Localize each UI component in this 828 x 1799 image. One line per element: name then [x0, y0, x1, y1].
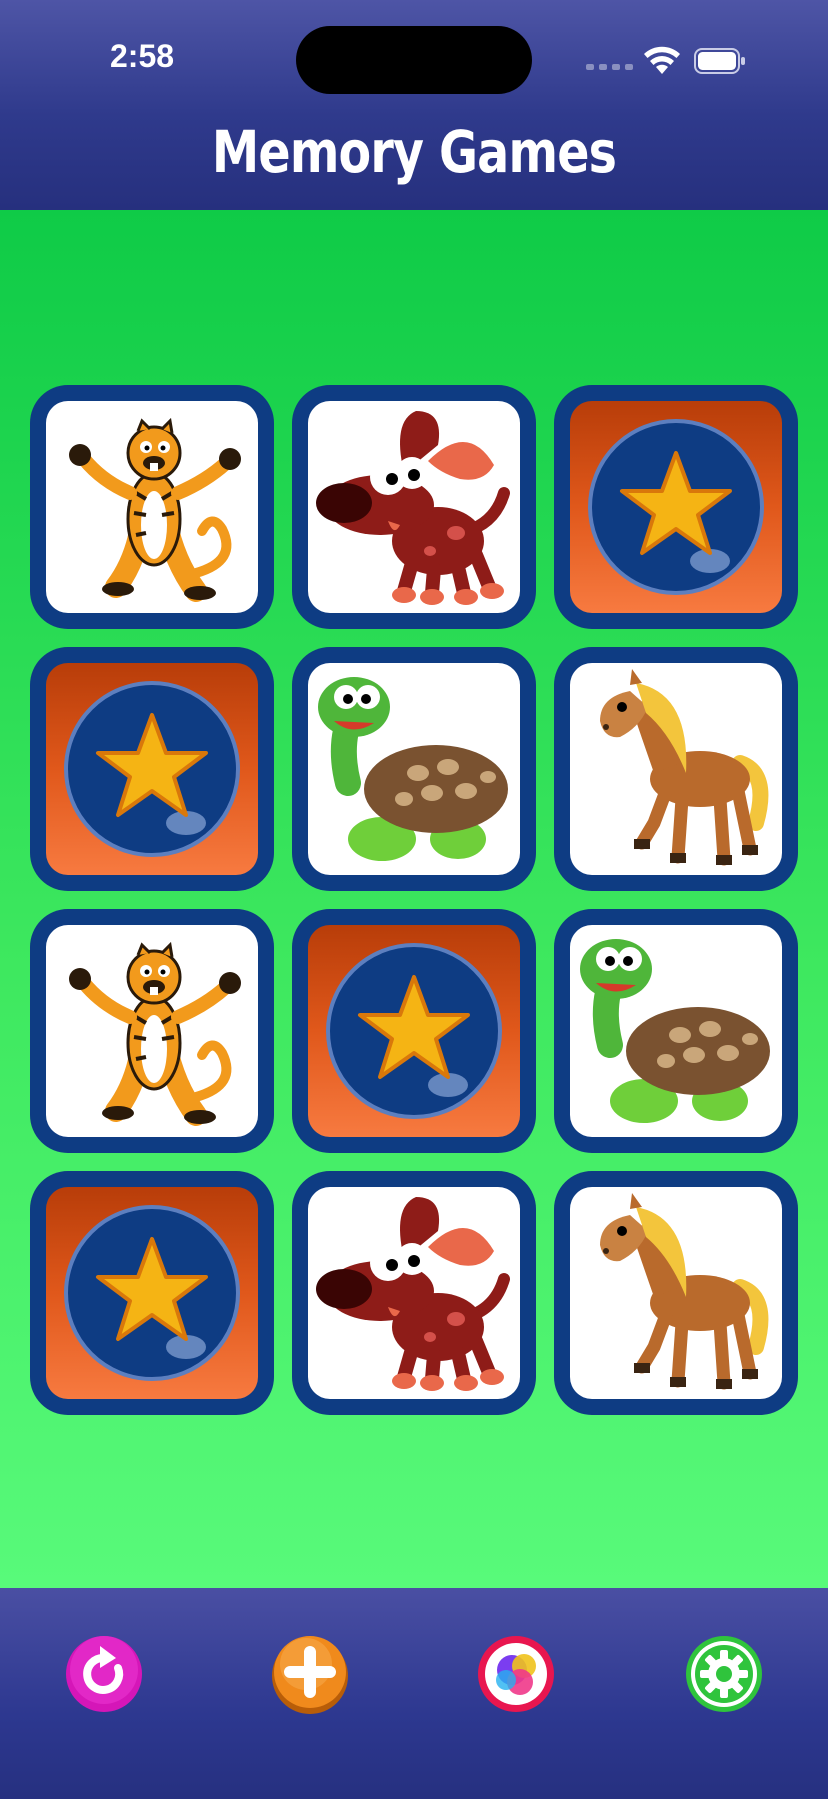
tiger-icon — [69, 417, 241, 602]
dynamic-island — [296, 26, 532, 94]
tiger-icon — [69, 941, 241, 1126]
card-face-down[interactable] — [30, 1171, 274, 1415]
card-turtle[interactable] — [292, 647, 536, 891]
card-dog[interactable] — [292, 385, 536, 629]
star-card-back-icon — [326, 943, 502, 1119]
status-time: 2:58 — [110, 38, 175, 74]
game-center-icon — [478, 1636, 554, 1712]
header-bar: 2:58 Memory Games — [0, 0, 828, 210]
dog-icon — [316, 411, 510, 605]
plus-icon — [272, 1636, 348, 1714]
star-card-back-icon — [588, 419, 764, 595]
card-turtle[interactable] — [554, 909, 798, 1153]
card-horse[interactable] — [554, 647, 798, 891]
star-card-back-icon — [64, 681, 240, 857]
card-face-down[interactable] — [554, 385, 798, 629]
turtle-icon — [318, 677, 508, 861]
horse-icon — [600, 1193, 769, 1390]
restart-icon — [66, 1636, 142, 1712]
turtle-icon — [580, 939, 770, 1123]
star-card-back-icon — [64, 1205, 240, 1381]
horse-icon — [600, 669, 769, 866]
cellular-signal-icon — [586, 64, 633, 70]
settings-button[interactable] — [684, 1634, 764, 1714]
game-center-button[interactable] — [476, 1634, 556, 1714]
battery-icon — [694, 48, 745, 74]
card-horse[interactable] — [554, 1171, 798, 1415]
page-title: Memory Games — [211, 118, 617, 186]
card-face-down[interactable] — [292, 909, 536, 1153]
dog-icon — [316, 1197, 510, 1391]
card-face-down[interactable] — [30, 647, 274, 891]
card-tiger[interactable] — [30, 385, 274, 629]
restart-button[interactable] — [64, 1634, 144, 1714]
card-dog[interactable] — [292, 1171, 536, 1415]
wifi-icon — [644, 46, 680, 74]
new-game-button[interactable] — [270, 1634, 350, 1714]
gear-icon — [686, 1636, 762, 1712]
card-tiger[interactable] — [30, 909, 274, 1153]
